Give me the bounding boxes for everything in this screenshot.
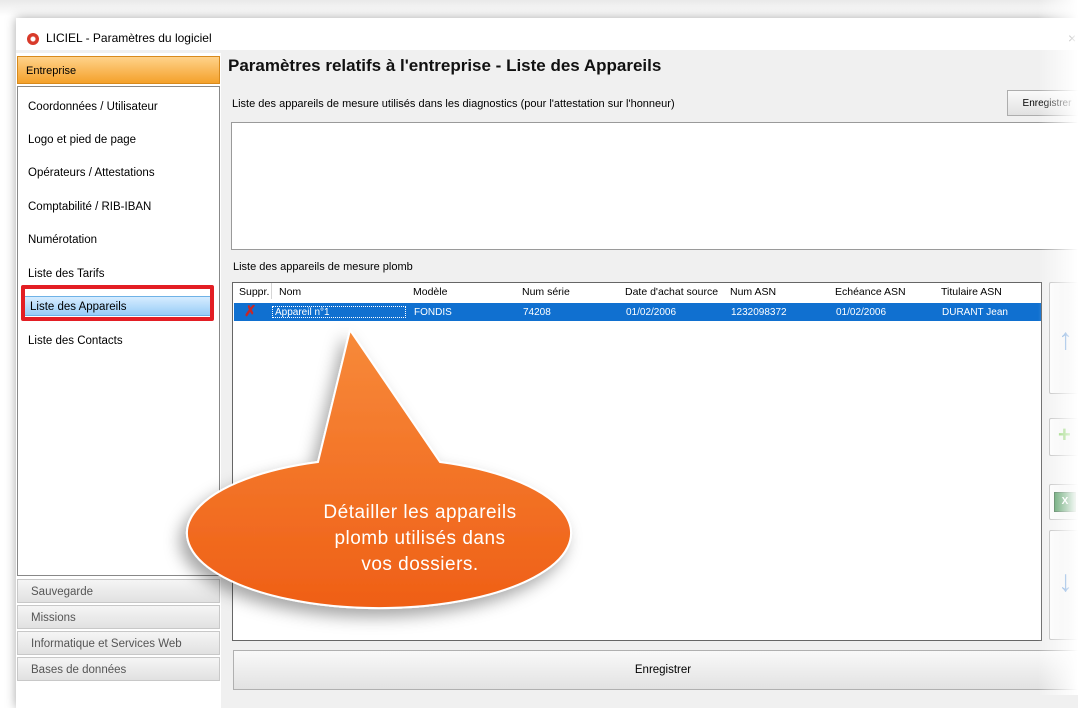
add-button[interactable]: +	[1049, 418, 1078, 456]
cell-date-achat: 01/02/2006	[626, 307, 677, 318]
plus-icon: +	[1058, 422, 1071, 447]
plomb-table: Suppr. Nom Modèle Num série Date d'achat…	[232, 282, 1042, 641]
close-icon[interactable]: ×	[1068, 30, 1076, 46]
appareils-description: Liste des appareils de mesure utilisés d…	[232, 98, 675, 110]
col-header-nom[interactable]: Nom	[279, 286, 301, 298]
appareils-textarea[interactable]	[231, 122, 1078, 250]
move-down-button[interactable]: ↓	[1049, 530, 1078, 640]
export-excel-button[interactable]: X	[1049, 484, 1078, 520]
sidebar-item-comptabilite[interactable]: Comptabilité / RIB-IBAN	[28, 201, 151, 213]
sidebar-section-bases[interactable]: Bases de données	[17, 657, 220, 681]
arrow-down-icon: ↓	[1058, 565, 1073, 598]
cell-num-serie: 74208	[523, 307, 551, 318]
excel-icon: X	[1054, 492, 1076, 512]
callout-line-2: plomb utilisés dans	[334, 528, 506, 549]
sidebar-item-logo[interactable]: Logo et pied de page	[28, 134, 136, 146]
sidebar-section-informatique[interactable]: Informatique et Services Web	[17, 631, 220, 655]
sidebar-header-entreprise[interactable]: Entreprise	[17, 56, 220, 84]
sidebar-item-operateurs[interactable]: Opérateurs / Attestations	[28, 167, 155, 179]
table-row[interactable]: ✗ Appareil n°1 FONDIS 74208 01/02/2006 1…	[234, 303, 1041, 321]
callout-text: Détailler les appareils plomb utilisés d…	[275, 500, 565, 578]
sidebar-section-missions[interactable]: Missions	[17, 605, 220, 629]
settings-window: LICIEL - Paramètres du logiciel × Entrep…	[16, 18, 1078, 708]
page-title: Paramètres relatifs à l'entreprise - Lis…	[228, 56, 662, 75]
page-shadow-top	[0, 0, 1078, 16]
sidebar-item-numerotation[interactable]: Numérotation	[28, 234, 97, 246]
sidebar-item-contacts[interactable]: Liste des Contacts	[28, 335, 123, 347]
arrow-up-icon: ↑	[1058, 323, 1073, 356]
cell-num-asn: 1232098372	[731, 307, 787, 318]
window-title: LICIEL - Paramètres du logiciel	[46, 31, 212, 45]
save-button-bottom[interactable]: Enregistrer	[233, 650, 1078, 690]
col-header-date-achat[interactable]: Date d'achat source	[625, 286, 718, 298]
app-logo-icon	[27, 33, 39, 45]
sidebar-item-coordonnees[interactable]: Coordonnées / Utilisateur	[28, 101, 158, 113]
callout-line-3: vos dossiers.	[361, 554, 479, 575]
col-header-titulaire[interactable]: Titulaire ASN	[941, 286, 1002, 298]
sidebar-section-sauvegarde[interactable]: Sauvegarde	[17, 579, 220, 603]
col-divider	[271, 283, 272, 299]
sidebar: Entreprise Coordonnées / Utilisateur Log…	[16, 53, 221, 708]
highlight-box	[21, 285, 214, 321]
callout-line-1: Détailler les appareils	[323, 502, 517, 523]
delete-x-icon[interactable]: ✗	[244, 304, 257, 320]
save-button-top[interactable]: Enregistrer	[1007, 90, 1078, 116]
title-bar: LICIEL - Paramètres du logiciel ×	[16, 18, 1078, 50]
col-header-echeance[interactable]: Echéance ASN	[835, 286, 906, 298]
col-header-num-serie[interactable]: Num série	[522, 286, 570, 298]
col-header-suppr[interactable]: Suppr.	[239, 286, 269, 298]
cell-echeance: 01/02/2006	[836, 307, 887, 318]
plomb-list-label: Liste des appareils de mesure plomb	[233, 261, 413, 273]
cell-nom: Appareil n°1	[275, 307, 330, 318]
col-header-num-asn[interactable]: Num ASN	[730, 286, 776, 298]
sidebar-list: Coordonnées / Utilisateur Logo et pied d…	[17, 86, 220, 576]
col-header-modele[interactable]: Modèle	[413, 286, 447, 298]
cell-modele: FONDIS	[414, 307, 452, 318]
cell-titulaire: DURANT Jean	[942, 307, 1008, 318]
move-up-button[interactable]: ↑	[1049, 282, 1078, 394]
sidebar-item-tarifs[interactable]: Liste des Tarifs	[28, 268, 105, 280]
